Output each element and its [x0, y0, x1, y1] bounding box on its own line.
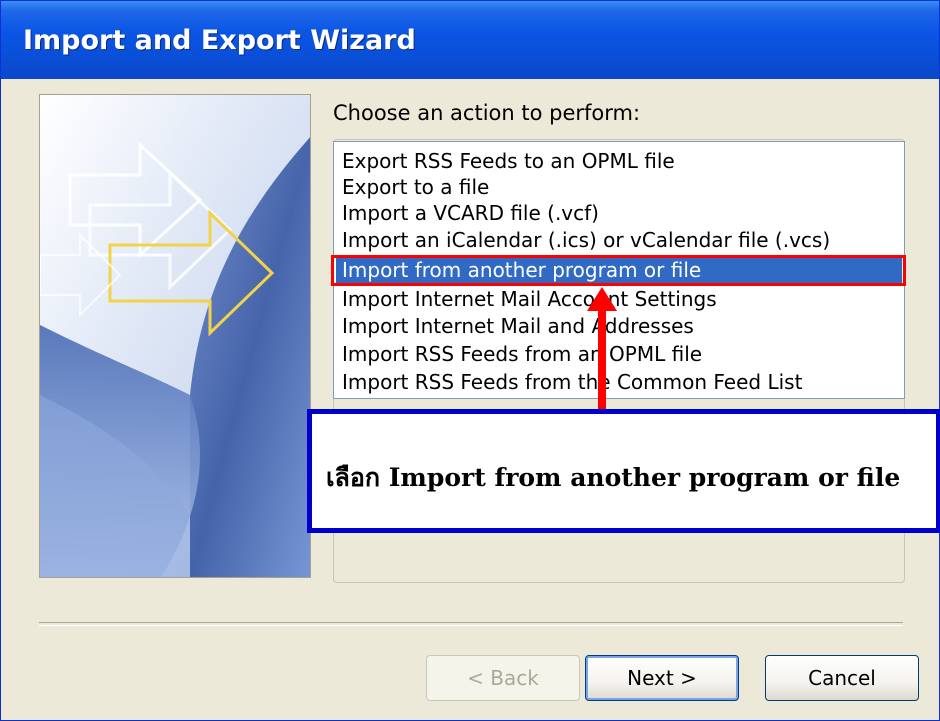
next-button[interactable]: Next >: [585, 655, 739, 701]
list-item-import-mail-account-settings[interactable]: Import Internet Mail Account Settings: [336, 286, 902, 312]
title-bar[interactable]: Import and Export Wizard: [1, 1, 939, 79]
annotation-text: เลือก Import from another program or fil…: [326, 463, 901, 492]
annotation-arrow-shaft: [598, 306, 606, 410]
import-export-wizard-window: Import and Export Wizard Choose an actio…: [0, 0, 940, 721]
list-item-export-rss-opml[interactable]: Export RSS Feeds to an OPML file: [336, 148, 902, 174]
list-item-import-rss-opml[interactable]: Import RSS Feeds from an OPML file: [336, 341, 902, 367]
action-prompt-label: Choose an action to perform:: [333, 101, 641, 125]
list-item-import-vcard[interactable]: Import a VCARD file (.vcf): [336, 200, 902, 226]
list-item-export-to-file[interactable]: Export to a file: [336, 174, 902, 200]
button-separator: [39, 622, 903, 626]
cancel-button[interactable]: Cancel: [765, 655, 919, 701]
back-button[interactable]: < Back: [426, 655, 580, 701]
annotation-callout: เลือก Import from another program or fil…: [307, 409, 940, 533]
list-item-import-icalendar[interactable]: Import an iCalendar (.ics) or vCalendar …: [336, 227, 902, 253]
annotation-highlight-box: [331, 255, 906, 286]
list-item-import-rss-common-feed[interactable]: Import RSS Feeds from the Common Feed Li…: [336, 369, 902, 395]
list-item-import-mail-addresses[interactable]: Import Internet Mail and Addresses: [336, 313, 902, 339]
window-title: Import and Export Wizard: [23, 25, 416, 56]
wizard-side-illustration: [39, 94, 311, 578]
